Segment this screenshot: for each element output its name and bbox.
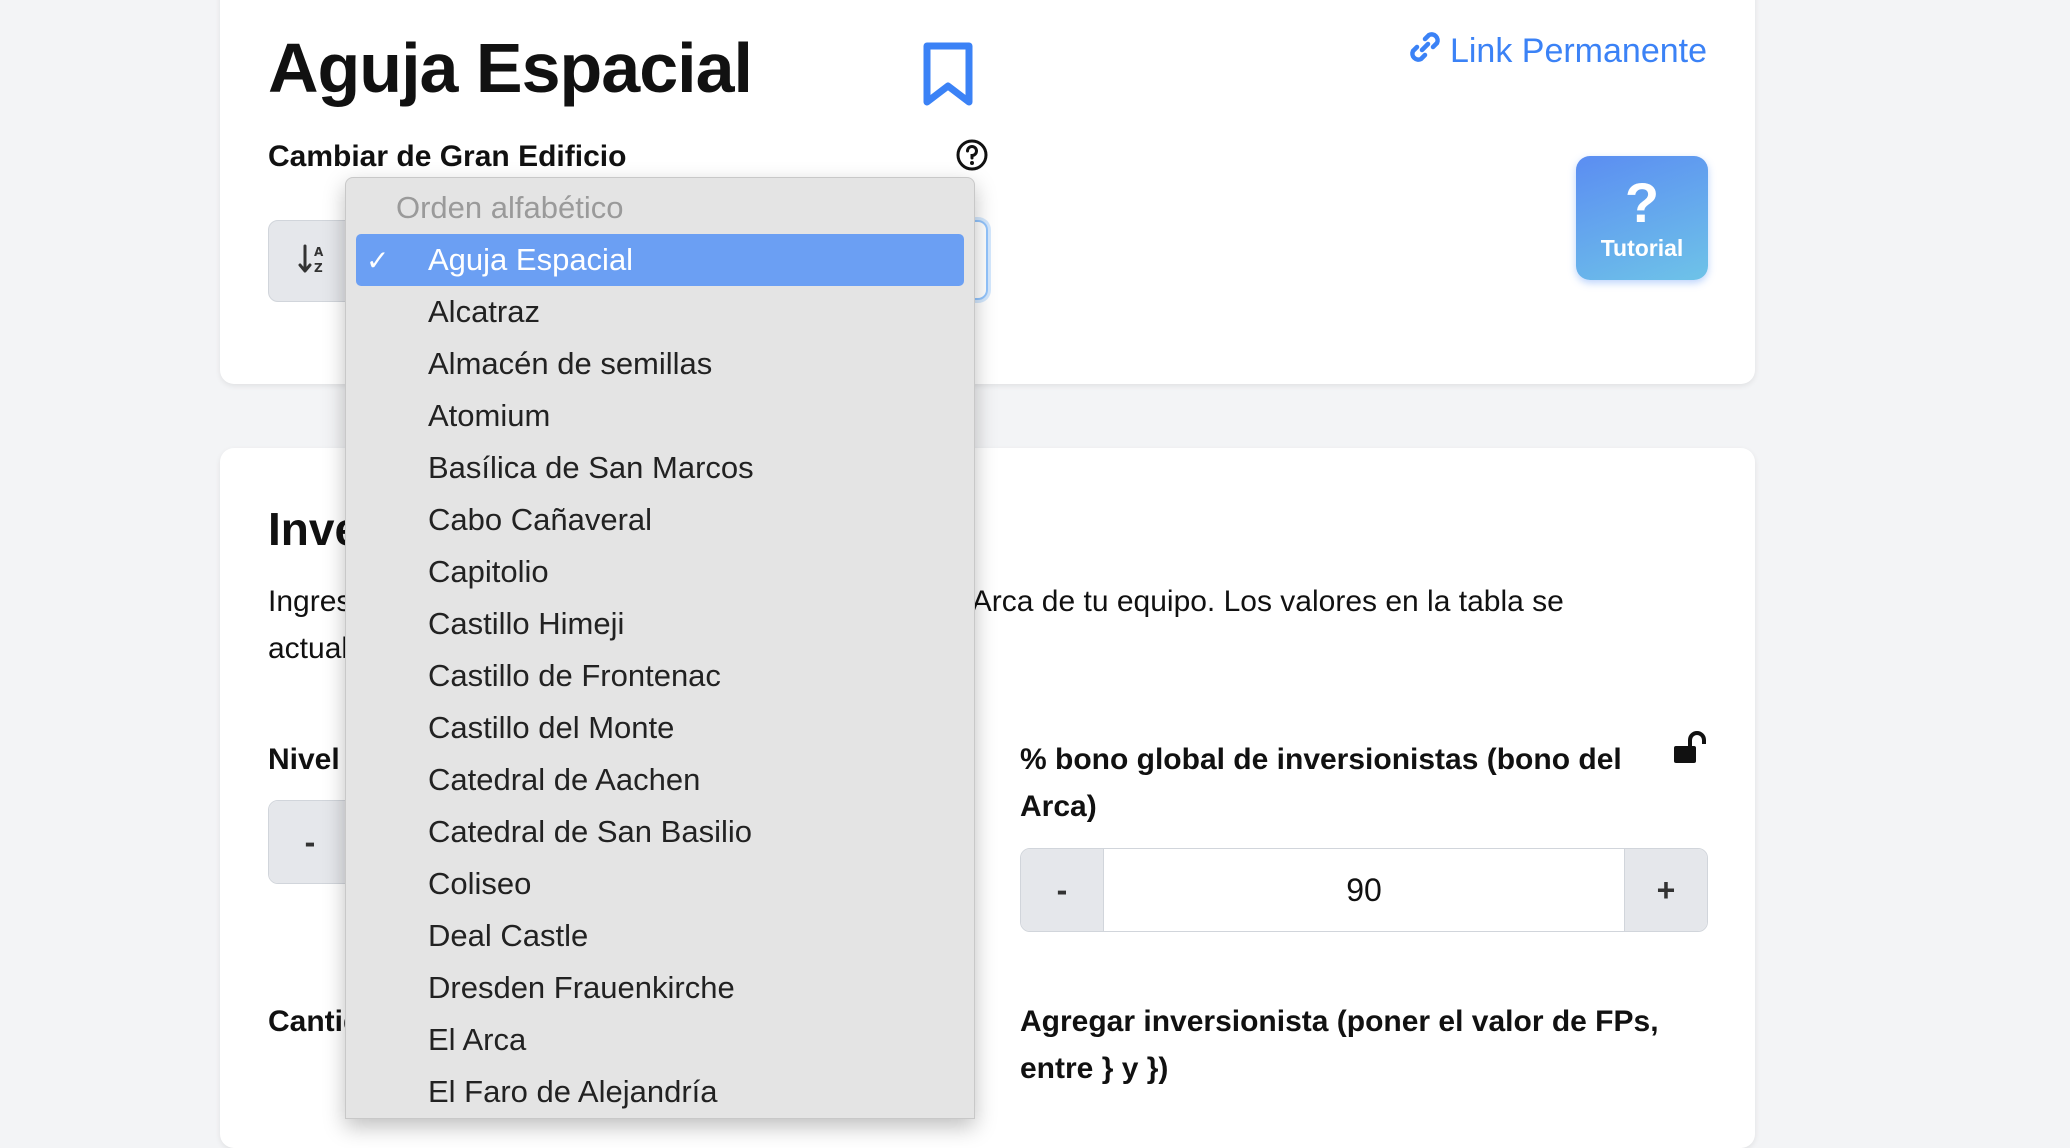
dropdown-option[interactable]: Castillo de Frontenac <box>356 650 964 702</box>
add-investor-label: Agregar inversionista (poner el valor de… <box>1020 1005 1659 1085</box>
level-label: Nivel <box>268 743 340 776</box>
permalink-label: Link Permanente <box>1449 32 1707 70</box>
dropdown-option[interactable]: Atomium <box>356 390 964 442</box>
dropdown-option[interactable]: Deal Castle <box>356 910 964 962</box>
question-circle-icon[interactable] <box>955 138 989 177</box>
arc-bonus-increment-button[interactable]: + <box>1625 849 1707 931</box>
dropdown-option-selected[interactable]: ✓ Aguja Espacial <box>356 234 964 286</box>
dropdown-option[interactable]: Alcatraz <box>356 286 964 338</box>
svg-text:A: A <box>314 245 324 259</box>
change-gb-label: Cambiar de Gran Edificio <box>268 140 627 173</box>
link-icon <box>1408 30 1442 73</box>
tutorial-button[interactable]: ? Tutorial <box>1576 156 1708 280</box>
arc-bonus-input[interactable]: 90 <box>1103 849 1625 931</box>
dropdown-option[interactable]: El Faro de Alejandría <box>356 1066 964 1118</box>
arc-bonus-stepper: - 90 + <box>1020 848 1708 932</box>
tutorial-label: Tutorial <box>1600 234 1684 261</box>
dropdown-option[interactable]: Almacén de semillas <box>356 338 964 390</box>
dropdown-option[interactable]: Castillo Himeji <box>356 598 964 650</box>
dropdown-option[interactable]: Basílica de San Marcos <box>356 442 964 494</box>
dropdown-option[interactable]: Dresden Frauenkirche <box>356 962 964 1014</box>
bookmark-icon[interactable] <box>922 42 974 113</box>
page-title: Aguja Espacial <box>268 29 753 107</box>
great-building-dropdown[interactable]: Orden alfabético ✓ Aguja Espacial Alcatr… <box>345 177 975 1119</box>
dropdown-option[interactable]: El Arca <box>356 1014 964 1066</box>
level-decrement-button[interactable]: - <box>269 801 351 883</box>
dropdown-option[interactable]: Coliseo <box>356 858 964 910</box>
dropdown-option[interactable]: Catedral de San Basilio <box>356 806 964 858</box>
sort-alpha-icon: A Z <box>297 242 331 281</box>
svg-text:Z: Z <box>314 261 323 275</box>
permalink-link[interactable]: Link Permanente <box>1408 30 1707 73</box>
arc-bonus-label: % bono global de inversionistas (bono de… <box>1020 743 1622 823</box>
unlock-icon[interactable] <box>1672 730 1708 771</box>
dropdown-group-label: Orden alfabético <box>396 190 624 225</box>
dropdown-option[interactable]: Capitolio <box>356 546 964 598</box>
dropdown-option[interactable]: Catedral de Aachen <box>356 754 964 806</box>
question-icon: ? <box>1624 170 1660 234</box>
checkmark-icon: ✓ <box>366 244 390 276</box>
arc-bonus-decrement-button[interactable]: - <box>1021 849 1103 931</box>
dropdown-option[interactable]: Castillo del Monte <box>356 702 964 754</box>
dropdown-option[interactable]: Cabo Cañaveral <box>356 494 964 546</box>
